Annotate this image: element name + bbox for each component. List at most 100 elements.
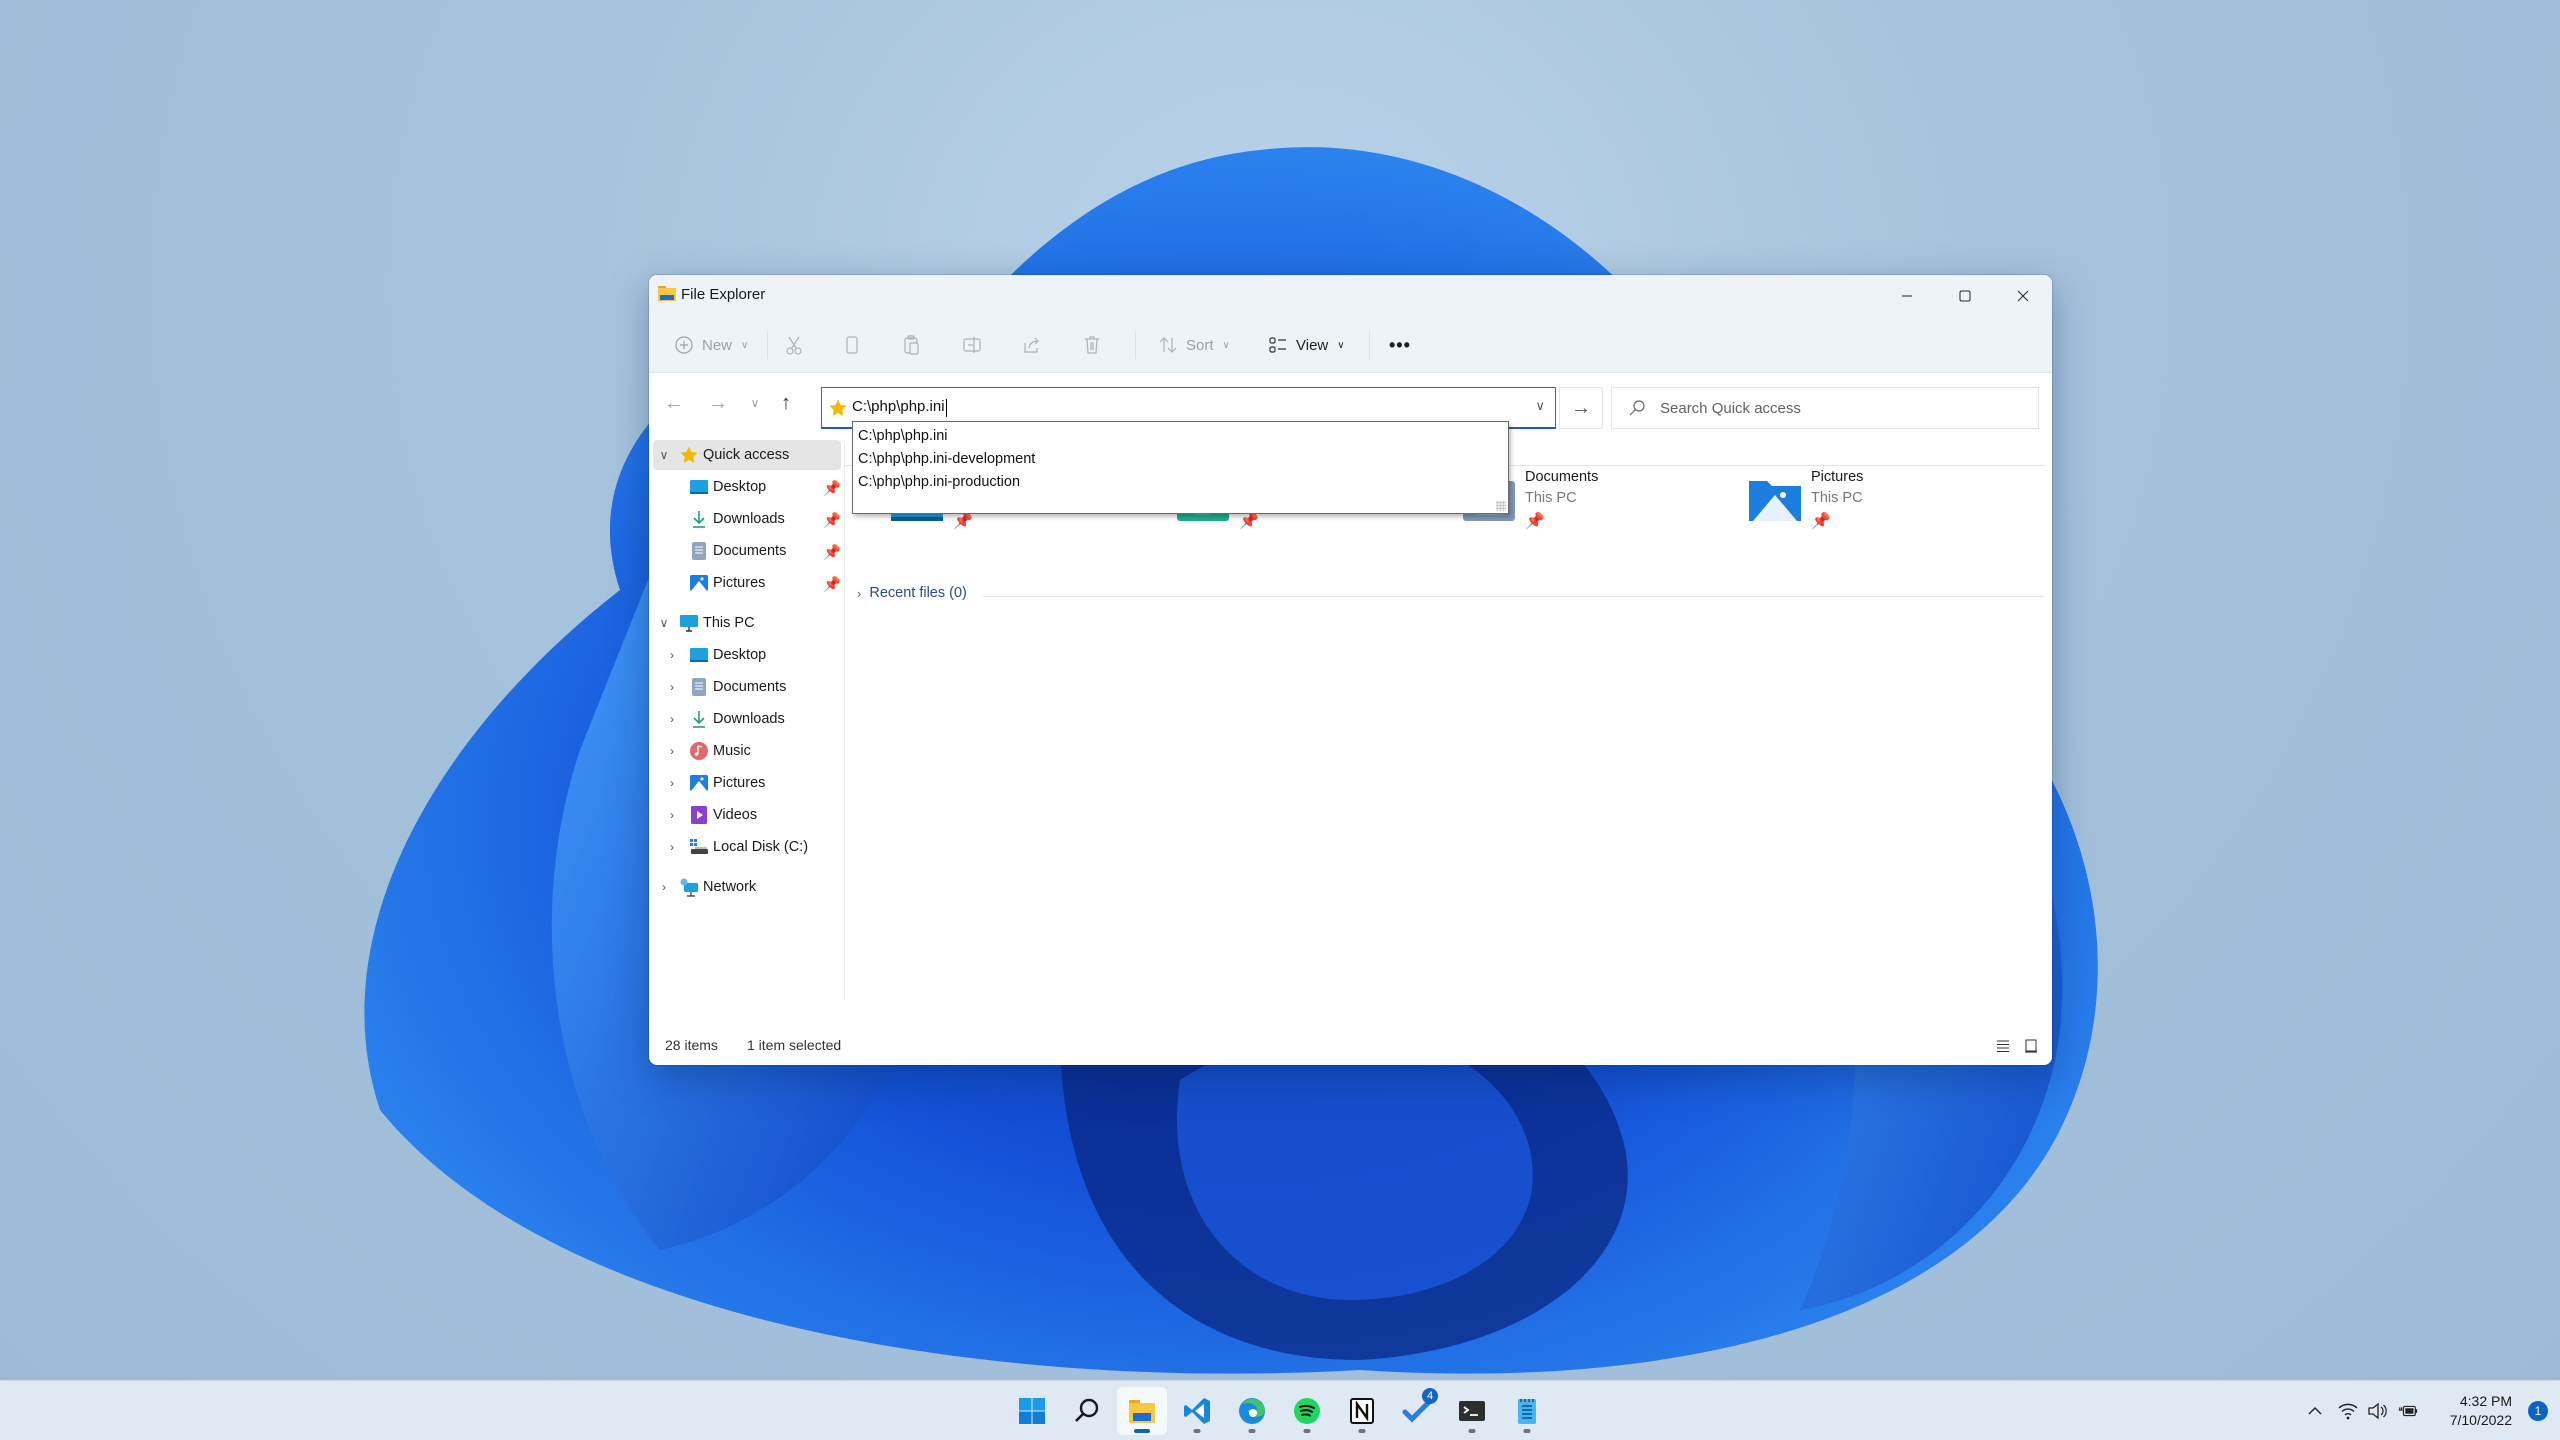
chevron-down-icon[interactable]: ∨	[657, 448, 671, 462]
recent-files-label: Recent files (0)	[869, 585, 967, 601]
sidebar-item-documents-pinned[interactable]: Documents 📌	[653, 536, 841, 566]
view-button[interactable]: View ∨	[1267, 317, 1345, 373]
clock-time: 4:32 PM	[2459, 1393, 2512, 1409]
sidebar-item-downloads[interactable]: › Downloads	[653, 704, 841, 734]
minimize-button[interactable]	[1878, 275, 1936, 317]
search-placeholder: Search Quick access	[1660, 399, 1801, 417]
sidebar-item-music[interactable]: › Music	[653, 736, 841, 766]
tiles-view-icon	[2025, 1039, 2037, 1053]
battery-button[interactable]	[2398, 1401, 2418, 1421]
maximize-button[interactable]	[1936, 275, 1994, 317]
forward-button[interactable]: →	[703, 388, 733, 418]
sidebar-item-local-disk[interactable]: › Local Disk (C:)	[653, 832, 841, 862]
divider	[1135, 331, 1136, 359]
chevron-right-icon[interactable]: ›	[665, 744, 679, 758]
taskbar-terminal[interactable]	[1447, 1387, 1497, 1435]
taskbar-spotify[interactable]	[1282, 1387, 1332, 1435]
recent-locations-button[interactable]: ∨	[745, 388, 765, 418]
taskbar-todo[interactable]: 4	[1392, 1387, 1442, 1435]
paste-button[interactable]	[901, 317, 923, 373]
pin-icon[interactable]: 📌	[823, 512, 841, 529]
sidebar-item-desktop[interactable]: › Desktop	[653, 640, 841, 670]
sidebar-item-pictures[interactable]: › Pictures	[653, 768, 841, 798]
chevron-right-icon[interactable]: ›	[665, 808, 679, 822]
taskbar-notepad[interactable]	[1502, 1387, 1552, 1435]
more-options-button[interactable]: •••	[1389, 317, 1411, 373]
sidebar-item-downloads-pinned[interactable]: Downloads 📌	[653, 504, 841, 534]
chevron-down-icon[interactable]: ∨	[657, 616, 671, 630]
sort-button[interactable]: Sort ∨	[1157, 317, 1230, 373]
back-button[interactable]: ←	[659, 388, 689, 418]
downloads-icon	[693, 711, 705, 728]
sidebar-item-pictures-pinned[interactable]: Pictures 📌	[653, 568, 841, 598]
pin-icon[interactable]: 📌	[823, 576, 841, 593]
selection-count: 1 item selected	[747, 1037, 842, 1053]
cut-button[interactable]	[783, 317, 805, 373]
notion-icon	[1350, 1398, 1374, 1424]
tile-location: This PC	[1811, 490, 1863, 506]
delete-button[interactable]	[1081, 317, 1103, 373]
recent-files-header[interactable]: › Recent files (0)	[857, 585, 967, 601]
wifi-icon	[2338, 1403, 2358, 1420]
resize-grip[interactable]	[1496, 501, 1506, 511]
wifi-button[interactable]	[2338, 1401, 2358, 1421]
clock[interactable]: 4:32 PM 7/10/2022	[2450, 1392, 2512, 1430]
taskbar-notion[interactable]	[1337, 1387, 1387, 1435]
documents-icon	[692, 678, 706, 696]
rename-button[interactable]	[961, 317, 983, 373]
spotify-icon	[1294, 1398, 1320, 1424]
taskbar-edge[interactable]	[1227, 1387, 1277, 1435]
sidebar-item-desktop-pinned[interactable]: Desktop 📌	[653, 472, 841, 502]
show-hidden-icons-button[interactable]	[2305, 1401, 2325, 1421]
close-button[interactable]	[1994, 275, 2052, 317]
copy-button[interactable]	[841, 317, 863, 373]
autocomplete-item[interactable]: C:\php\php.ini	[853, 425, 1508, 448]
pin-icon[interactable]: 📌	[823, 480, 841, 497]
go-button[interactable]: →	[1559, 387, 1603, 429]
rename-icon	[963, 337, 981, 353]
arrow-up-icon: ↑	[781, 391, 791, 414]
window-title: File Explorer	[681, 286, 766, 303]
sidebar-item-this-pc[interactable]: ∨ This PC	[653, 608, 841, 638]
details-view-button[interactable]	[1994, 1037, 2012, 1055]
tile-pictures[interactable]: Pictures This PC 📌	[1747, 465, 2027, 545]
pictures-icon	[690, 775, 708, 791]
autocomplete-item[interactable]: C:\php\php.ini-production	[853, 471, 1508, 494]
share-button[interactable]	[1021, 317, 1043, 373]
search-icon	[1629, 400, 1645, 416]
chevron-right-icon[interactable]: ›	[665, 680, 679, 694]
tiles-view-button[interactable]	[2022, 1037, 2040, 1055]
taskbar-file-explorer[interactable]	[1117, 1387, 1167, 1435]
volume-button[interactable]	[2367, 1401, 2387, 1421]
details-view-icon	[1997, 1040, 2009, 1052]
notification-center-badge[interactable]: 1	[2528, 1401, 2548, 1421]
divider	[767, 331, 768, 359]
clock-date: 7/10/2022	[2449, 1412, 2512, 1428]
pin-icon[interactable]: 📌	[823, 544, 841, 561]
new-button[interactable]: New ∨	[673, 317, 748, 373]
title-bar[interactable]: File Explorer	[649, 275, 2052, 317]
taskbar-start-button[interactable]	[1007, 1387, 1057, 1435]
up-button[interactable]: ↑	[771, 388, 801, 418]
chevron-right-icon[interactable]: ›	[657, 880, 671, 894]
tile-location: This PC	[1525, 490, 1577, 506]
chevron-right-icon[interactable]: ›	[665, 776, 679, 790]
local-disk-icon	[690, 839, 708, 854]
address-input[interactable]: C:\php\php.ini	[852, 398, 947, 417]
sidebar-item-documents[interactable]: › Documents	[653, 672, 841, 702]
sidebar-item-videos[interactable]: › Videos	[653, 800, 841, 830]
pin-icon: 📌	[1525, 513, 1545, 530]
address-history-dropdown[interactable]: ∨	[1535, 398, 1545, 414]
taskbar-vscode[interactable]	[1172, 1387, 1222, 1435]
chevron-right-icon[interactable]: ›	[665, 648, 679, 662]
search-box[interactable]: Search Quick access	[1611, 387, 2039, 429]
sidebar-item-network[interactable]: › Network	[653, 872, 841, 902]
chevron-right-icon[interactable]: ›	[665, 840, 679, 854]
battery-charging-icon	[2398, 1405, 2418, 1417]
file-explorer-icon	[1129, 1400, 1155, 1423]
chevron-right-icon[interactable]: ›	[665, 712, 679, 726]
autocomplete-item[interactable]: C:\php\php.ini-development	[853, 448, 1508, 471]
navigation-pane: ∨ Quick access Desktop 📌 Downloads 📌 Doc…	[649, 440, 845, 1000]
sidebar-item-quick-access[interactable]: ∨ Quick access	[653, 440, 841, 470]
taskbar-search-button[interactable]	[1062, 1387, 1112, 1435]
